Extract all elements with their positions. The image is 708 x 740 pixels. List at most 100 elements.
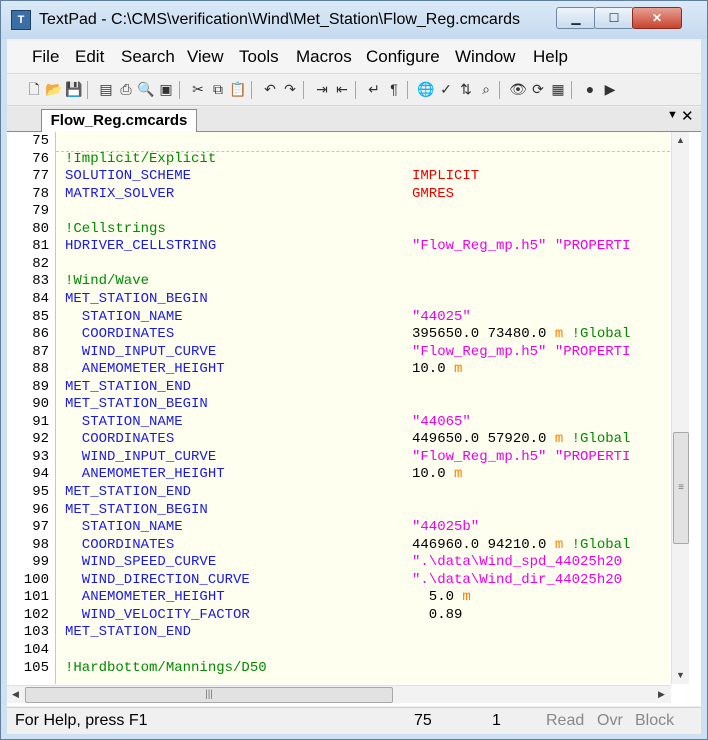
code-token: STATION_NAME: [65, 413, 183, 430]
menu-file[interactable]: File: [32, 47, 59, 67]
line-number: 101: [23, 589, 49, 606]
word-wrap-icon[interactable]: ↵: [365, 80, 383, 98]
line-number: 105: [23, 659, 49, 676]
menu-search[interactable]: Search: [121, 47, 175, 67]
toolbar-separator: [251, 81, 252, 99]
toolbar-separator: [303, 81, 304, 99]
line-number: 99: [32, 554, 49, 571]
print-preview-icon[interactable]: 🔍: [137, 80, 155, 98]
line-number: 76: [32, 150, 49, 167]
vertical-scroll-thumb[interactable]: ≡: [673, 432, 689, 544]
tab-flow-reg[interactable]: Flow_Reg.cmcards: [41, 109, 197, 132]
paste-icon[interactable]: 📋: [229, 80, 247, 98]
code-token: ".\data\Wind_spd_44025h20: [412, 554, 623, 571]
code-line: !Hardbottom/Mannings/D50: [65, 660, 267, 676]
code-value: ".\data\Wind_spd_44025h20: [412, 554, 622, 570]
line-number: 102: [23, 606, 49, 623]
code-token: WIND_INPUT_CURVE: [65, 343, 217, 360]
menu-window[interactable]: Window: [455, 47, 515, 67]
menu-macros[interactable]: Macros: [296, 47, 352, 67]
scroll-up-arrow-icon[interactable]: ▲: [672, 132, 689, 149]
toolbar-separator: [355, 81, 356, 99]
code-value: 449650.0 57920.0 m !Global: [412, 431, 630, 447]
text-area[interactable]: !Implicit/Explicit SOLUTION_SCHEME IMPLICI…: [56, 132, 670, 684]
new-file-icon[interactable]: 🗋: [25, 80, 43, 98]
indent-icon[interactable]: ⇥: [313, 80, 331, 98]
line-number: 84: [32, 290, 49, 307]
macro-icon[interactable]: ▦: [549, 80, 567, 98]
code-token: HDRIVER_CELLSTRING: [65, 238, 217, 255]
find-in-files-icon[interactable]: ⌕: [477, 80, 495, 98]
maximize-button[interactable]: ☐: [594, 7, 634, 29]
client-area: File Edit Search View Tools Macros Confi…: [7, 39, 701, 734]
scroll-left-arrow-icon[interactable]: ◀: [7, 686, 24, 703]
redo-icon[interactable]: ↷: [281, 80, 299, 98]
code-line: ANEMOMETER_HEIGHT: [65, 589, 225, 605]
line-number: 95: [32, 484, 49, 500]
close-document-icon[interactable]: ✕: [681, 107, 694, 125]
status-column-number: 1: [492, 712, 501, 729]
code-value: 10.0 m: [412, 466, 462, 482]
scroll-down-arrow-icon[interactable]: ▼: [672, 667, 689, 684]
current-line-highlight: [56, 134, 670, 152]
code-token: STATION_NAME: [65, 308, 183, 325]
line-number: 98: [32, 536, 49, 553]
line-number: 94: [32, 466, 49, 483]
outdent-icon[interactable]: ⇤: [333, 80, 351, 98]
line-number: 100: [23, 571, 49, 588]
scroll-right-arrow-icon[interactable]: ▶: [653, 686, 670, 703]
close-button[interactable]: ✕: [632, 7, 682, 29]
play-macro-icon[interactable]: ▶: [601, 80, 619, 98]
horizontal-scroll-thumb[interactable]: |||: [25, 687, 393, 703]
compare-icon[interactable]: 👁: [509, 80, 527, 98]
code-token: COORDINATES: [65, 536, 175, 553]
menu-tools[interactable]: Tools: [239, 47, 279, 67]
code-token: 449650.0 57920.0: [412, 431, 555, 448]
spell-check-icon[interactable]: ✓: [437, 80, 455, 98]
menu-view[interactable]: View: [187, 47, 224, 67]
status-block-indicator: Block: [635, 712, 675, 729]
web-icon[interactable]: 🌐: [417, 80, 435, 98]
undo-icon[interactable]: ↶: [261, 80, 279, 98]
menu-edit[interactable]: Edit: [75, 47, 104, 67]
code-token: !Implicit/Explicit: [65, 150, 217, 167]
print-icon[interactable]: ⎙: [117, 80, 135, 98]
save-icon[interactable]: 💾: [65, 80, 83, 98]
code-token: !Global: [563, 326, 631, 343]
menu-help[interactable]: Help: [533, 47, 568, 67]
menu-configure[interactable]: Configure: [366, 47, 440, 67]
replace-icon[interactable]: ⟳: [529, 80, 547, 98]
code-token: 395650.0 73480.0: [412, 326, 555, 343]
maximize-icon: ☐: [608, 11, 620, 25]
line-number: 97: [32, 519, 49, 536]
code-value: IMPLICIT: [412, 168, 479, 184]
code-token: WIND_VELOCITY_FACTOR: [65, 606, 250, 623]
vertical-scrollbar[interactable]: ▲ ≡ ▼: [671, 132, 689, 684]
editor-pane[interactable]: 75 76 77 78 79 80 81 82 83 84 85 86 87 88 89 90 91 92 93 94…: [7, 132, 701, 706]
paragraph-icon[interactable]: ¶: [385, 80, 403, 98]
sort-icon[interactable]: ⇅: [457, 80, 475, 98]
code-token: MET_STATION_BEGIN: [65, 501, 208, 518]
copy-icon[interactable]: ⧉: [209, 80, 227, 98]
document-tab-bar: Flow_Reg.cmcards ▼ ✕: [7, 107, 701, 132]
cut-icon[interactable]: ✂: [189, 80, 207, 98]
tab-list-dropdown-icon[interactable]: ▼: [667, 109, 678, 121]
record-macro-icon[interactable]: ●: [581, 80, 599, 98]
code-token: m: [554, 431, 564, 448]
code-token: m: [554, 536, 564, 553]
textpad-app-icon[interactable]: T: [11, 10, 31, 30]
code-line: WIND_DIRECTION_CURVE: [65, 572, 250, 588]
code-line: MATRIX_SOLVER: [65, 186, 174, 202]
status-line-number: 75: [414, 712, 432, 729]
save-all-icon[interactable]: ▤: [97, 80, 115, 98]
code-line: STATION_NAME: [65, 519, 183, 535]
open-icon[interactable]: 📂: [45, 80, 63, 98]
minimize-button[interactable]: ▁: [556, 7, 596, 29]
horizontal-scrollbar[interactable]: ◀ ||| ▶: [7, 685, 671, 703]
manage-files-icon[interactable]: ▣: [157, 80, 175, 98]
title-bar[interactable]: T TextPad - C:\CMS\verification\Wind\Met…: [1, 1, 707, 39]
code-line: MET_STATION_BEGIN: [65, 291, 208, 307]
code-token: MATRIX_SOLVER: [65, 185, 175, 202]
status-ovr-indicator: Ovr: [597, 712, 623, 729]
line-number: 88: [32, 361, 49, 378]
